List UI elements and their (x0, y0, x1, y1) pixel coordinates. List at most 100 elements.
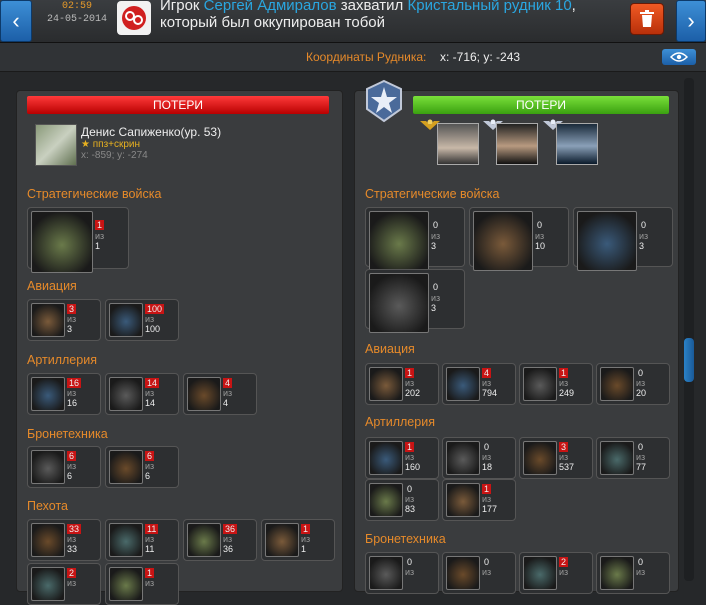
unit-card[interactable]: 0 из 83 (365, 479, 439, 521)
unit-image (473, 211, 533, 271)
unit-image (31, 523, 65, 557)
unit-card[interactable]: 0 из 77 (596, 437, 670, 479)
right-panel: ПОТЕРИ Стратегические войска Авиация Арт… (354, 79, 679, 594)
unit-of-label: из (559, 567, 569, 577)
unit-card[interactable]: 1 из (105, 563, 179, 605)
unit-image (446, 483, 480, 517)
ally-avatar[interactable] (496, 123, 538, 165)
player-avatar[interactable] (35, 124, 77, 166)
rank-star-badge-icon (366, 79, 402, 123)
unit-card[interactable]: 1 из 177 (442, 479, 516, 521)
unit-card[interactable]: 0 из 3 (365, 269, 465, 333)
unit-card[interactable]: 3 из 3 (27, 299, 101, 341)
unit-card[interactable]: 0 из (365, 552, 439, 594)
scrollbar-track[interactable] (684, 78, 694, 581)
unit-image (600, 367, 634, 401)
unit-lost-count: 1 (145, 568, 155, 578)
unit-total-count: 4 (223, 398, 229, 408)
unit-of-label: из (482, 567, 492, 577)
unit-lost-count: 0 (484, 442, 490, 452)
unit-card[interactable]: 2 из (519, 552, 593, 594)
unit-total-count: 20 (636, 388, 647, 398)
chevron-right-icon: › (687, 8, 695, 33)
unit-lost-count: 1 (482, 484, 492, 494)
unit-card[interactable]: 3 из 537 (519, 437, 593, 479)
unit-of-label: из (67, 388, 77, 398)
unit-lost-count: 0 (638, 368, 644, 378)
unit-total-count: 177 (482, 504, 498, 514)
unit-card[interactable]: 0 из 20 (596, 363, 670, 405)
unit-card[interactable]: 0 из 3 (573, 207, 673, 271)
left-panel: ПОТЕРИ Денис Сапиженко(ур. 53) ★ ппз+скр… (16, 90, 343, 605)
category-title: Пехота (27, 499, 68, 513)
unit-of-label: из (67, 314, 77, 324)
unit-card[interactable]: 6 из 6 (105, 446, 179, 488)
unit-total-count: 537 (559, 462, 575, 472)
ally-avatar[interactable] (437, 123, 479, 165)
unit-of-label: из (223, 388, 233, 398)
unit-card[interactable]: 1 из 202 (365, 363, 439, 405)
category-title: Авиация (365, 342, 415, 356)
event-message: Игрок Сергей Адмиралов захватил Кристаль… (160, 0, 620, 31)
next-button[interactable]: › (676, 0, 706, 42)
unit-of-label: из (482, 378, 492, 388)
unit-image (523, 441, 557, 475)
unit-card[interactable]: 6 из 6 (27, 446, 101, 488)
unit-image (369, 367, 403, 401)
scrollbar-thumb[interactable] (684, 338, 694, 382)
unit-card[interactable]: 0 из (442, 552, 516, 594)
unit-of-label: из (639, 231, 649, 241)
unit-lost-count: 33 (67, 524, 82, 534)
view-mine-button[interactable] (662, 49, 696, 65)
unit-of-label: из (559, 378, 569, 388)
player-name[interactable]: Денис Сапиженко(ур. 53) (81, 125, 221, 139)
unit-of-label: из (636, 452, 646, 462)
category-title: Стратегические войска (365, 187, 500, 201)
unit-lost-count: 2 (559, 557, 569, 567)
unit-lost-count: 1 (559, 368, 569, 378)
unit-card[interactable]: 100 из 100 (105, 299, 179, 341)
unit-lost-count: 4 (223, 378, 233, 388)
unit-lost-count: 1 (95, 220, 105, 230)
unit-card[interactable]: 2 из (27, 563, 101, 605)
unit-total-count: 1 (95, 241, 101, 251)
msg-mine-link[interactable]: Кристальный рудник 10 (407, 0, 571, 14)
unit-of-label: из (559, 452, 569, 462)
unit-lost-count: 3 (67, 304, 77, 314)
unit-card[interactable]: 1 из 1 (27, 207, 129, 273)
prev-button[interactable]: ‹ (0, 0, 32, 42)
unit-card[interactable]: 4 из 794 (442, 363, 516, 405)
unit-card[interactable]: 1 из 249 (519, 363, 593, 405)
unit-card[interactable]: 36 из 36 (183, 519, 257, 561)
delete-button[interactable] (630, 3, 664, 35)
unit-total-count: 3 (67, 324, 73, 334)
unit-card[interactable]: 1 из 160 (365, 437, 439, 479)
unit-image (31, 303, 65, 337)
unit-total-count: 6 (67, 471, 73, 481)
top-bar: ‹ 02:59 24-05-2014 Игрок Сергей Адмирало… (0, 0, 706, 43)
unit-lost-count: 4 (482, 368, 492, 378)
ally-avatar[interactable] (556, 123, 598, 165)
category-title: Стратегические войска (27, 187, 162, 201)
unit-card[interactable]: 1 из 1 (261, 519, 335, 561)
unit-card[interactable]: 0 из 10 (469, 207, 569, 271)
unit-image (600, 441, 634, 475)
left-losses-header: ПОТЕРИ (27, 96, 329, 114)
unit-image (523, 556, 557, 590)
unit-card[interactable]: 0 из 18 (442, 437, 516, 479)
unit-image (31, 567, 65, 601)
msg-player-link[interactable]: Сергей Адмиралов (204, 0, 337, 14)
unit-of-label: из (145, 461, 155, 471)
unit-card[interactable]: 0 из 3 (365, 207, 465, 271)
unit-card[interactable]: 4 из 4 (183, 373, 257, 415)
unit-card[interactable]: 14 из 14 (105, 373, 179, 415)
unit-card[interactable]: 16 из 16 (27, 373, 101, 415)
unit-of-label: из (405, 378, 415, 388)
unit-card[interactable]: 11 из 11 (105, 519, 179, 561)
unit-card[interactable]: 0 из (596, 552, 670, 594)
unit-total-count: 83 (405, 504, 416, 514)
unit-image (369, 441, 403, 475)
unit-lost-count: 11 (145, 524, 159, 534)
unit-card[interactable]: 33 из 33 (27, 519, 101, 561)
unit-total-count: 202 (405, 388, 421, 398)
